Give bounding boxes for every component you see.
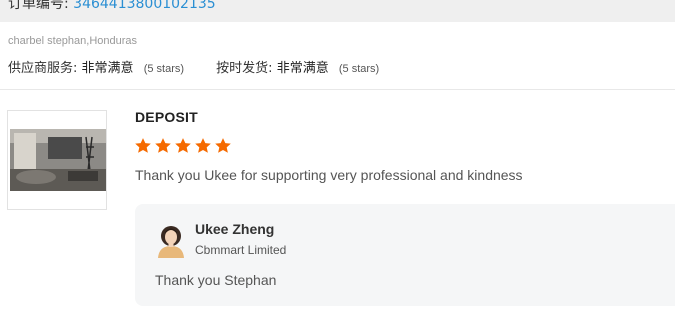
section-divider — [0, 89, 675, 90]
product-image — [8, 111, 106, 209]
seller-company: Cbmmart Limited — [195, 243, 287, 257]
star-icon — [135, 138, 151, 153]
rating-stars-text: (5 stars) — [338, 63, 380, 75]
rating-label: 按时发货: — [216, 61, 273, 76]
supplier-ratings: 供应商服务: 非常满意 (5 stars) 按时发货: 非常满意 (5 star… — [8, 57, 407, 76]
seller-reply-text: Thank you Stephan — [155, 272, 277, 288]
seller-reply-box: Ukee Zheng Cbmmart Limited Thank you Ste… — [135, 204, 675, 306]
rating-supplier-service: 供应商服务: 非常满意 (5 stars) — [8, 57, 184, 76]
rating-value: 非常满意 — [276, 61, 329, 76]
star-icon — [155, 138, 171, 153]
order-number-line: 订单编号: 3464413800102135 — [8, 0, 216, 13]
order-header-bar: 订单编号: 3464413800102135 — [0, 0, 675, 22]
rating-label: 供应商服务: — [8, 61, 78, 76]
product-thumbnail[interactable] — [7, 110, 107, 210]
star-icon — [215, 138, 231, 153]
review-star-rating — [134, 137, 232, 159]
rating-stars-text: (5 stars) — [143, 63, 185, 75]
order-number-label: 订单编号: — [8, 0, 69, 12]
seller-avatar — [155, 222, 187, 258]
star-icon — [175, 138, 191, 153]
product-title[interactable]: DEPOSIT — [135, 109, 198, 125]
review-text: Thank you Ukee for supporting very profe… — [135, 167, 523, 183]
rating-value: 非常满意 — [81, 61, 134, 76]
star-icon — [195, 138, 211, 153]
order-number-link[interactable]: 3464413800102135 — [73, 0, 216, 12]
seller-name: Ukee Zheng — [195, 221, 275, 237]
buyer-name-location: charbel stephan,Honduras — [8, 35, 138, 47]
rating-on-time-delivery: 按时发货: 非常满意 (5 stars) — [216, 57, 379, 76]
